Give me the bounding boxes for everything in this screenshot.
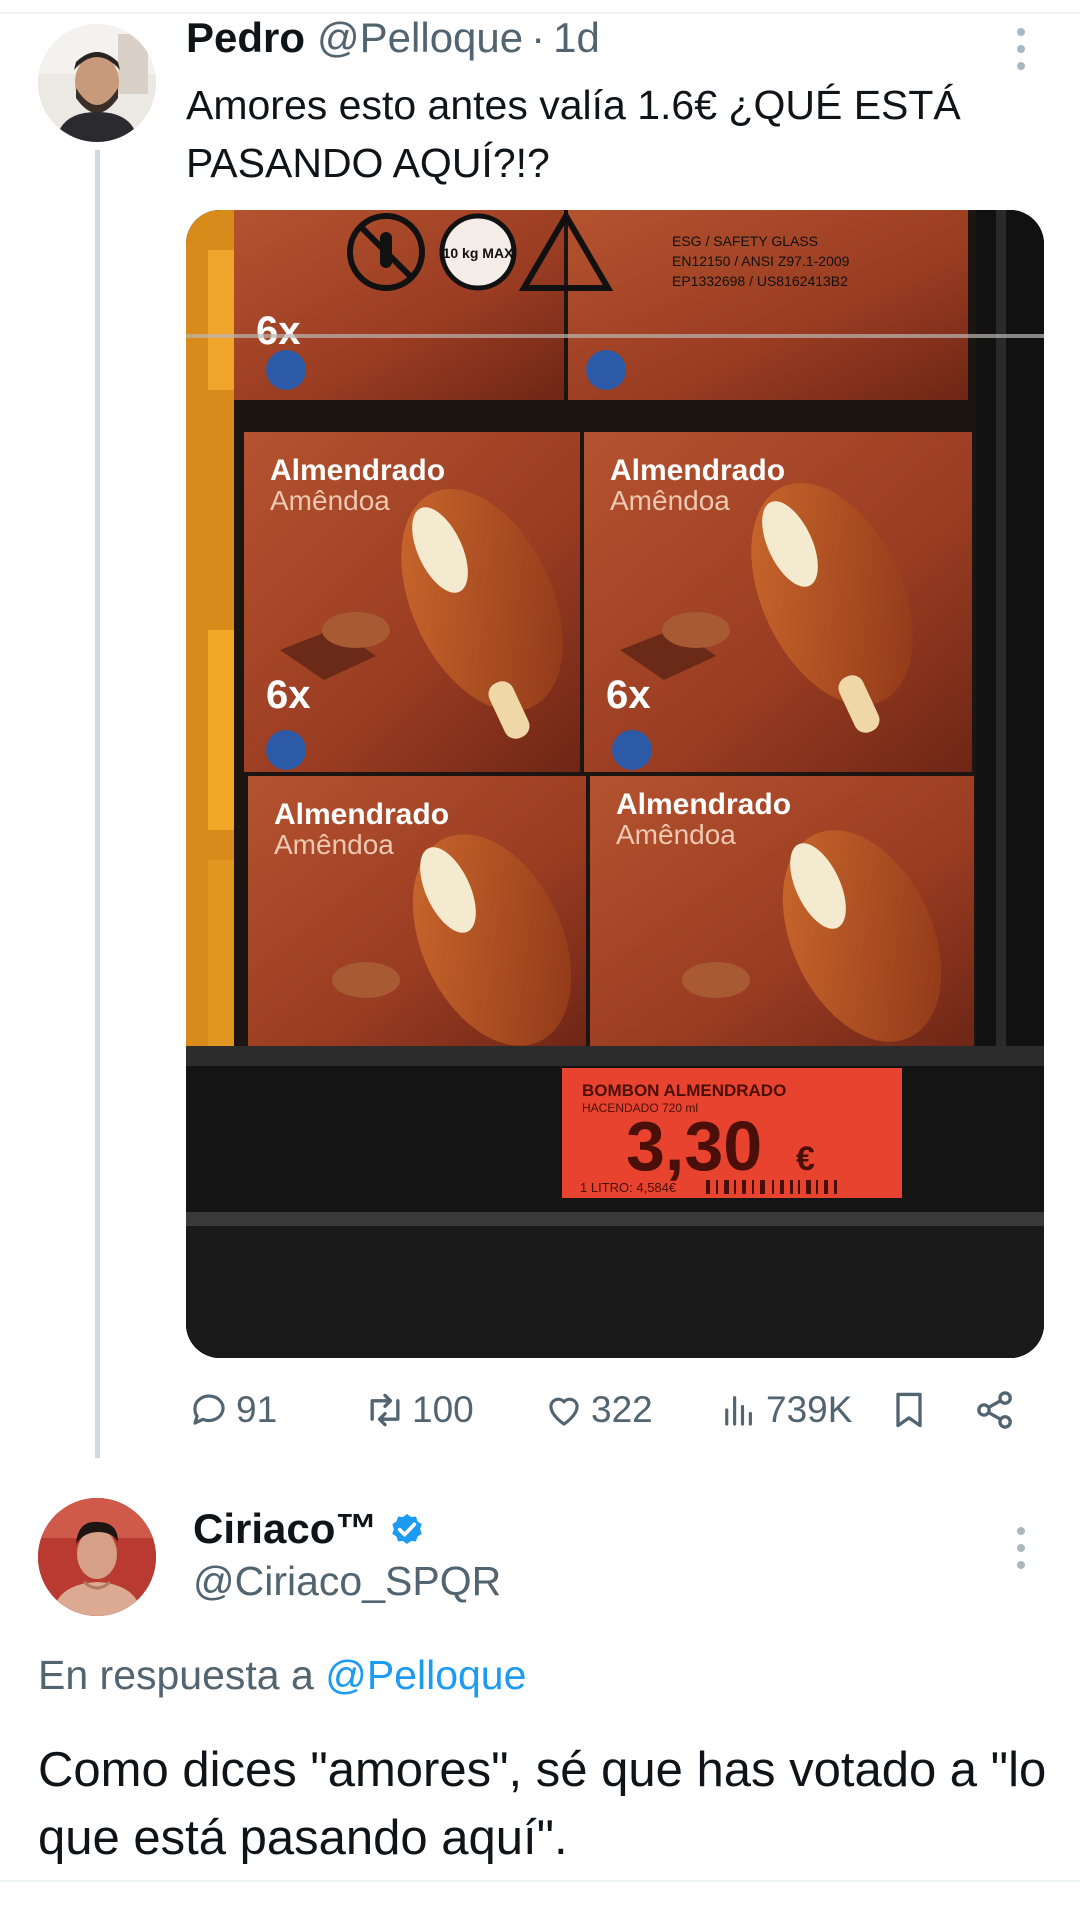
svg-text:10 kg MAX: 10 kg MAX <box>443 245 514 261</box>
avatar-pedro[interactable] <box>38 24 156 142</box>
retweet-count: 100 <box>412 1389 474 1430</box>
thread-connector-line <box>95 150 100 1458</box>
like-count: 322 <box>591 1389 653 1430</box>
photo-box-bottom-left: Almendrado Amêndoa <box>248 776 586 1046</box>
like-button[interactable]: 322 <box>541 1380 653 1440</box>
tweet1-handle[interactable]: @Pelloque <box>317 14 523 62</box>
svg-text:Amêndoa: Amêndoa <box>270 485 390 516</box>
reply-context: En respuesta a @Pelloque <box>38 1652 526 1699</box>
avatar-ciriaco[interactable] <box>38 1498 156 1616</box>
svg-text:Almendrado: Almendrado <box>270 454 445 487</box>
tweet1-action-bar: 91 100 322 739K <box>186 1380 1046 1440</box>
photo-box-count-top: 6x <box>256 309 301 353</box>
tweet1-photo[interactable]: 6x 10 kg MAX ESG / SAFETY GLASS EN12150 … <box>186 210 1044 1358</box>
photo-box-mid-right: Almendrado Amêndoa 6x <box>584 432 972 772</box>
svg-text:Almendrado: Almendrado <box>610 454 785 487</box>
tweet1-display-name[interactable]: Pedro <box>186 14 305 62</box>
retweet-icon <box>362 1387 408 1433</box>
tweet1-separator: · <box>531 14 546 61</box>
tweet1-header: Pedro @Pelloque · 1d <box>186 14 600 70</box>
tweet1-text: Amores esto antes valía 1.6€ ¿QUÉ ESTÁ P… <box>186 82 961 186</box>
tweet2-name-row: Ciriaco™ <box>193 1500 427 1558</box>
svg-text:6x: 6x <box>606 673 651 717</box>
tweet2-text: Como dices "amores", sé que has votado a… <box>38 1743 1047 1865</box>
bottom-divider <box>0 1880 1080 1882</box>
svg-text:Almendrado: Almendrado <box>274 798 449 831</box>
reply-icon <box>186 1387 232 1433</box>
tweet2-display-name[interactable]: Ciriaco™ <box>193 1505 377 1553</box>
reply-prefix: En respuesta a <box>38 1652 314 1698</box>
svg-text:BOMBON ALMENDRADO: BOMBON ALMENDRADO <box>582 1081 786 1100</box>
more-icon[interactable] <box>1009 28 1033 70</box>
photo-box-bottom-right: Almendrado Amêndoa <box>590 776 974 1046</box>
photo-box-mid-left: Almendrado Amêndoa 6x <box>244 432 580 772</box>
photo-price-tag: BOMBON ALMENDRADO HACENDADO 720 ml 3,30 … <box>562 1068 902 1198</box>
photo-glass-label-3: EP1332698 / US8162413B2 <box>672 273 848 289</box>
views-count: 739K <box>766 1389 853 1430</box>
svg-text:Amêndoa: Amêndoa <box>274 829 394 860</box>
more-icon[interactable] <box>1009 1527 1033 1569</box>
svg-text:Amêndoa: Amêndoa <box>616 819 736 850</box>
share-button[interactable] <box>972 1380 1018 1440</box>
views-icon <box>716 1387 762 1433</box>
photo-glass-label-2: EN12150 / ANSI Z97.1-2009 <box>672 253 850 269</box>
retweet-button[interactable]: 100 <box>362 1380 474 1440</box>
svg-text:3,30: 3,30 <box>626 1107 762 1185</box>
verified-badge-icon <box>392 1514 423 1544</box>
svg-text:1 LITRO: 4,584€: 1 LITRO: 4,584€ <box>580 1180 677 1195</box>
tweet2-handle[interactable]: @Ciriaco_SPQR <box>193 1558 501 1605</box>
reply-to-link[interactable]: @Pelloque <box>325 1652 526 1698</box>
bookmark-icon <box>886 1387 932 1433</box>
top-divider <box>0 0 1080 14</box>
views-button[interactable]: 739K <box>716 1380 852 1440</box>
svg-text:6x: 6x <box>266 673 311 717</box>
svg-text:€: € <box>796 1140 815 1178</box>
photo-weight-badge: 10 kg MAX <box>439 213 517 291</box>
photo-glass-label-1: ESG / SAFETY GLASS <box>672 233 818 249</box>
share-icon <box>972 1387 1018 1433</box>
reply-button[interactable]: 91 <box>186 1380 277 1440</box>
reply-count: 91 <box>236 1389 278 1430</box>
svg-text:Amêndoa: Amêndoa <box>610 485 730 516</box>
svg-text:Almendrado: Almendrado <box>616 788 791 821</box>
bookmark-button[interactable] <box>886 1380 932 1440</box>
tweet1-timestamp[interactable]: 1d <box>553 14 600 62</box>
like-icon <box>541 1387 587 1433</box>
